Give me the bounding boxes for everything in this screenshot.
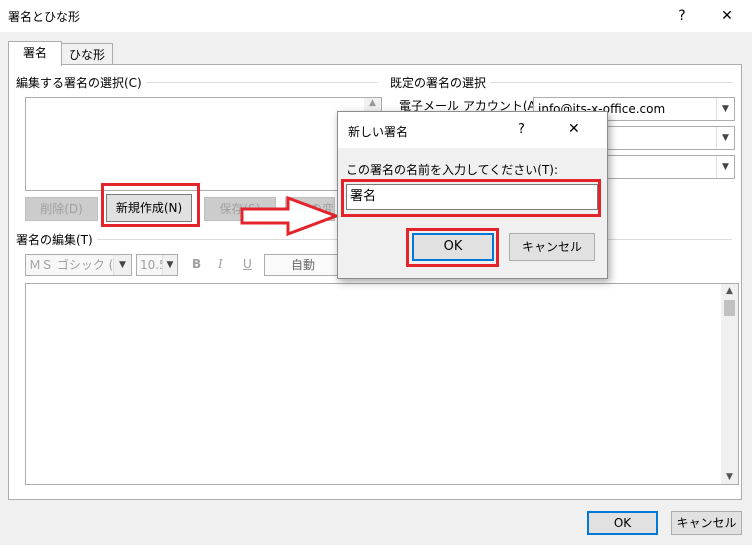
dialog-help-button[interactable]: ? bbox=[518, 122, 525, 137]
new-signature-dialog: 新しい署名 ? ✕ この署名の名前を入力してください(T): 署名 OK キャン… bbox=[337, 111, 608, 279]
signature-editor[interactable]: ▲ ▼ bbox=[25, 283, 739, 485]
scroll-up-icon[interactable]: ▲ bbox=[364, 98, 381, 108]
default-signature-label: 既定の署名の選択 bbox=[390, 74, 491, 91]
dialog-title: 新しい署名 bbox=[348, 125, 409, 139]
close-button[interactable]: ✕ bbox=[710, 4, 744, 28]
chevron-down-icon[interactable]: ▼ bbox=[716, 127, 734, 149]
dialog-prompt: この署名の名前を入力してください(T): bbox=[346, 163, 559, 177]
ok-highlight bbox=[406, 228, 499, 267]
help-button[interactable]: ? bbox=[665, 4, 699, 28]
bold-button[interactable]: B bbox=[192, 257, 201, 271]
select-signature-label: 編集する署名の選択(C) bbox=[16, 74, 146, 91]
dialog-title-bar: 新しい署名 ? ✕ bbox=[338, 112, 607, 148]
tab-signature[interactable]: 署名 bbox=[8, 41, 62, 66]
dialog-cancel-button[interactable]: キャンセル bbox=[509, 233, 595, 261]
font-size-select[interactable]: 10.5 ▼ bbox=[136, 254, 178, 276]
scroll-down-icon[interactable]: ▼ bbox=[721, 472, 738, 482]
font-color-value: 自動 bbox=[290, 258, 315, 272]
signature-list[interactable]: ▲ bbox=[25, 97, 382, 191]
font-name-select[interactable]: ＭＳ ゴシック (本文 ▼ bbox=[25, 254, 132, 276]
window-title: 署名とひな形 bbox=[8, 10, 81, 24]
new-button-highlight bbox=[101, 183, 200, 227]
title-bar: 署名とひな形 ? ✕ bbox=[0, 0, 752, 32]
tab-stationery[interactable]: ひな形 bbox=[61, 43, 113, 66]
arrow-right-icon bbox=[240, 196, 340, 236]
main-ok-button[interactable]: OK bbox=[587, 511, 658, 535]
font-color-select[interactable]: 自動 bbox=[264, 254, 342, 276]
input-highlight bbox=[341, 179, 601, 217]
chevron-down-icon[interactable]: ▼ bbox=[162, 255, 177, 275]
underline-button[interactable]: U bbox=[243, 257, 252, 271]
chevron-down-icon[interactable]: ▼ bbox=[716, 156, 734, 178]
chevron-down-icon[interactable]: ▼ bbox=[113, 255, 131, 275]
scroll-up-icon[interactable]: ▲ bbox=[721, 286, 738, 296]
italic-button[interactable]: I bbox=[218, 257, 223, 271]
chevron-down-icon[interactable]: ▼ bbox=[716, 98, 734, 120]
scroll-thumb[interactable] bbox=[724, 300, 735, 316]
editor-scrollbar[interactable]: ▲ ▼ bbox=[721, 284, 738, 484]
delete-button[interactable]: 削除(D) bbox=[25, 197, 98, 221]
dialog-close-button[interactable]: ✕ bbox=[568, 121, 580, 137]
main-cancel-button[interactable]: キャンセル bbox=[671, 511, 742, 535]
edit-signature-label: 署名の編集(T) bbox=[16, 231, 97, 248]
